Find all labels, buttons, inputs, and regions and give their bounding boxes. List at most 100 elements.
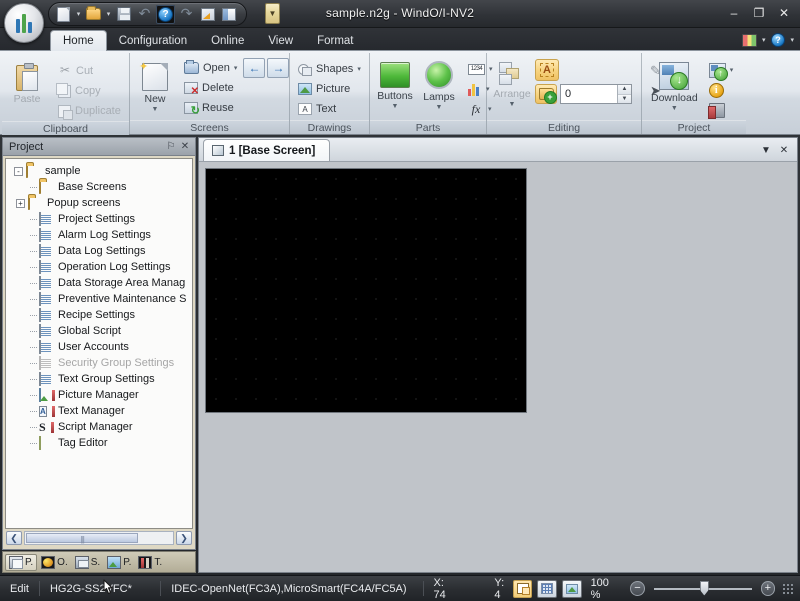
text-edit-toggle[interactable]: A [535, 59, 559, 81]
layer-stepper-input[interactable] [561, 85, 617, 103]
arrange-button[interactable]: Arrange ▼ [491, 60, 533, 110]
scroll-right-button[interactable]: ❯ [176, 531, 192, 545]
paste-button[interactable]: Paste [6, 63, 48, 107]
copy-button[interactable]: Copy [54, 81, 125, 101]
open-folder-icon[interactable] [84, 5, 103, 24]
upload-dropdown-arrow[interactable]: ▾ [730, 66, 734, 74]
tree-item-picture-manager[interactable]: Picture Manager [10, 387, 190, 403]
delete-screen-button[interactable]: Delete [180, 78, 289, 98]
panel-tab-tools[interactable]: T. [135, 555, 165, 570]
tab-format[interactable]: Format [305, 30, 365, 51]
expander-icon[interactable]: + [16, 198, 25, 208]
buttons-part-button[interactable]: Buttons ▼ [374, 60, 416, 112]
tree-item-popup-screens[interactable]: + Popup screens [10, 195, 190, 211]
scroll-thumb[interactable] [26, 533, 139, 543]
zoom-slider-track[interactable] [653, 580, 752, 596]
background-image-toggle[interactable] [561, 579, 582, 598]
tree-item-global-script[interactable]: Global Script [10, 323, 190, 339]
next-screen-button[interactable]: → [267, 58, 290, 78]
reuse-screen-button[interactable]: Reuse [180, 98, 289, 118]
new-dropdown-arrow[interactable]: ▾ [74, 5, 83, 24]
add-group-button[interactable] [535, 84, 557, 104]
panel-tab-screen[interactable]: S. [72, 555, 103, 570]
open-screen-dropdown-arrow[interactable]: ▾ [234, 64, 238, 72]
lamps-dropdown-arrow[interactable]: ▼ [436, 104, 443, 111]
help-icon[interactable]: ? [156, 4, 175, 24]
project-tools-button[interactable] [705, 100, 738, 120]
shapes-button[interactable]: Shapes ▾ [294, 59, 365, 79]
zoom-out-button[interactable]: − [630, 581, 645, 596]
open-dropdown-arrow[interactable]: ▾ [104, 5, 113, 24]
buttons-dropdown-arrow[interactable]: ▼ [392, 103, 399, 110]
quick-access-overflow-button[interactable]: ▼ [265, 3, 280, 24]
shapes-dropdown-arrow[interactable]: ▾ [357, 65, 361, 73]
properties-sheet-icon[interactable] [198, 5, 217, 24]
tree-item-user-accounts[interactable]: User Accounts [10, 339, 190, 355]
document-close-icon[interactable]: ✕ [777, 143, 791, 157]
base-screen-canvas[interactable] [205, 168, 527, 413]
minimize-button[interactable]: – [722, 4, 746, 22]
download-button[interactable]: Download ▼ [646, 60, 703, 114]
arrange-dropdown-arrow[interactable]: ▼ [509, 101, 516, 108]
save-icon[interactable] [114, 5, 133, 24]
expander-icon[interactable]: - [14, 166, 23, 176]
canvas-viewport[interactable] [199, 162, 797, 572]
layer-stepper[interactable]: ▲ ▼ [560, 84, 632, 104]
duplicate-button[interactable]: Duplicate [54, 101, 125, 121]
new-screen-button[interactable]: New ▼ [134, 60, 176, 115]
undo-icon[interactable]: ↶ [135, 5, 154, 24]
redo-icon[interactable]: ↷ [177, 5, 196, 24]
tab-home[interactable]: Home [50, 30, 107, 51]
grid-toggle[interactable] [537, 579, 557, 598]
open-screen-button[interactable]: Open ▾ [180, 58, 241, 78]
scroll-track[interactable] [24, 531, 174, 545]
maximize-button[interactable]: ❐ [747, 4, 771, 22]
panel-tab-object[interactable]: O. [38, 555, 71, 570]
tree-item-security-group-settings[interactable]: Security Group Settings [10, 355, 190, 371]
tree-item-text-manager[interactable]: A Text Manager [10, 403, 190, 419]
project-info-button[interactable]: i [705, 80, 738, 100]
zoom-in-button[interactable]: + [760, 581, 776, 596]
tree-item-alarm-log-settings[interactable]: Alarm Log Settings [10, 227, 190, 243]
project-tree-horizontal-scrollbar[interactable]: ❮ ❯ [5, 529, 193, 547]
document-tab-base-screen-1[interactable]: 1 [Base Screen] [203, 139, 331, 161]
tree-item-project-settings[interactable]: Project Settings [10, 211, 190, 227]
tree-item-script-manager[interactable]: S Script Manager [10, 419, 190, 435]
tree-item-preventive-maintenance-settings[interactable]: Preventive Maintenance S [10, 291, 190, 307]
picture-button[interactable]: Picture [294, 79, 365, 99]
help-dropdown-arrow[interactable]: ▾ [790, 36, 794, 44]
tree-item-base-screens[interactable]: Base Screens [10, 179, 190, 195]
close-icon[interactable]: ✕ [178, 140, 192, 154]
application-menu-orb[interactable] [4, 3, 44, 43]
tab-configuration[interactable]: Configuration [107, 30, 199, 51]
tree-item-text-group-settings[interactable]: Text Group Settings [10, 371, 190, 387]
tab-online[interactable]: Online [199, 30, 256, 51]
tree-item-sample[interactable]: - sample [10, 163, 190, 179]
tree-item-tag-editor[interactable]: Tag Editor [10, 435, 190, 451]
close-button[interactable]: ✕ [772, 4, 796, 22]
new-document-icon[interactable] [54, 5, 73, 24]
zoom-slider-thumb[interactable] [699, 580, 709, 596]
tree-item-operation-log-settings[interactable]: Operation Log Settings [10, 259, 190, 275]
text-button[interactable]: A Text [294, 99, 365, 119]
panel-tab-picture[interactable]: P. [104, 555, 134, 570]
lamps-part-button[interactable]: Lamps ▼ [418, 59, 460, 113]
resize-grip[interactable] [782, 582, 794, 595]
upload-button[interactable]: ▾ [705, 60, 738, 81]
tree-item-recipe-settings[interactable]: Recipe Settings [10, 307, 190, 323]
layer-stepper-down[interactable]: ▼ [618, 94, 631, 103]
cut-button[interactable]: ✂ Cut [54, 61, 125, 81]
tree-item-data-storage-area-management[interactable]: Data Storage Area Manag [10, 275, 190, 291]
library-dropdown-arrow[interactable]: ▾ [762, 36, 766, 44]
screen-frame-toggle[interactable] [512, 579, 533, 598]
window-icon[interactable] [219, 5, 238, 24]
panel-tab-project[interactable]: P. [5, 553, 38, 571]
download-dropdown-arrow[interactable]: ▼ [671, 105, 678, 112]
document-list-dropdown-icon[interactable]: ▼ [759, 143, 773, 157]
tab-view[interactable]: View [256, 30, 305, 51]
library-icon[interactable] [740, 31, 759, 49]
pin-icon[interactable]: ⚐ [164, 140, 178, 154]
previous-screen-button[interactable]: ← [243, 58, 266, 78]
new-screen-dropdown-arrow[interactable]: ▼ [152, 106, 159, 113]
help-circle-icon[interactable]: ? [768, 31, 787, 49]
